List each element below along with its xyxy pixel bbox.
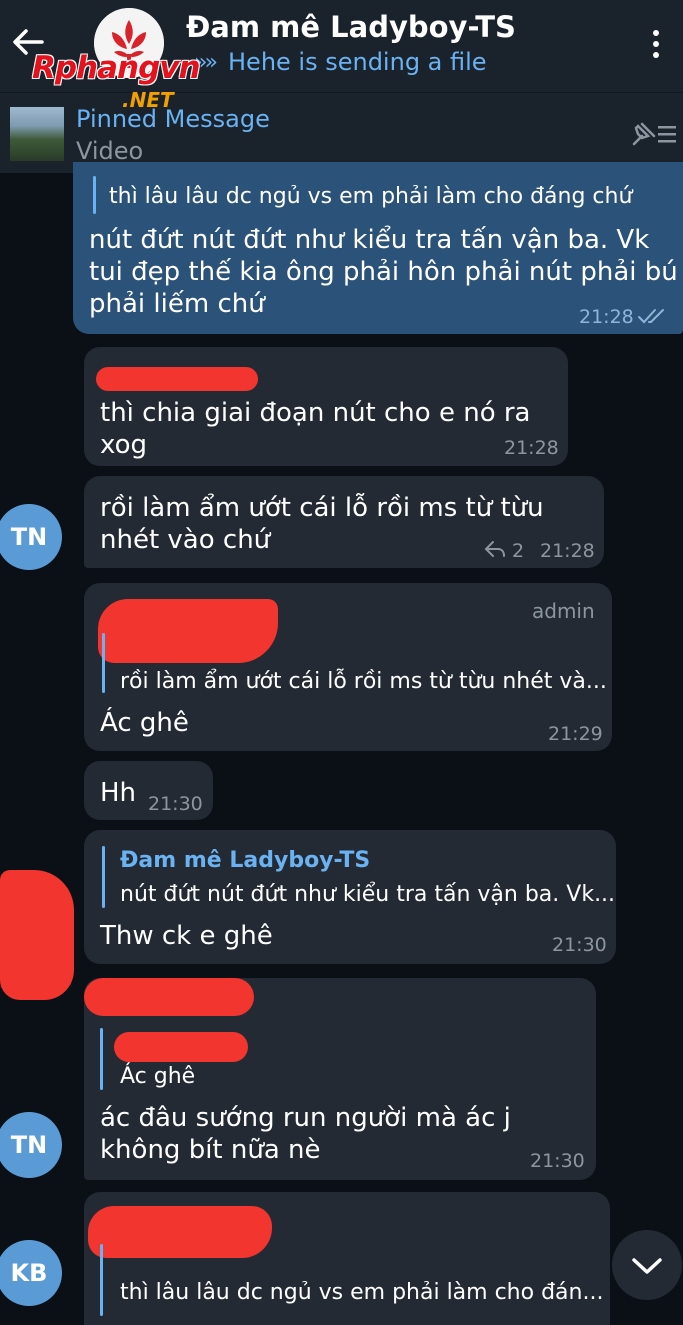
reply-quote-text[interactable]: rồi làm ẩm ướt cái lỗ rồi ms từ từu nhét…	[120, 669, 607, 694]
outgoing-message[interactable]: thì lâu lâu dc ngủ vs em phải làm cho đá…	[73, 162, 683, 334]
reply-arrow-icon[interactable]	[484, 540, 506, 558]
message-text: Ác ghê	[100, 708, 189, 738]
incoming-message[interactable]: admin rồi làm ẩm ướt cái lỗ rồi ms từ từ…	[84, 583, 612, 751]
reply-quote-bar	[102, 633, 105, 693]
reply-quote-text[interactable]: thì lâu lâu dc ngủ vs em phải làm cho đá…	[120, 1280, 603, 1305]
read-checkmarks-icon	[638, 309, 664, 324]
pinned-subtitle: Video	[76, 137, 144, 165]
message-time: 21:28	[504, 437, 559, 459]
incoming-message[interactable]: thì chia giai đoạn nút cho e nó ra xog 2…	[84, 347, 568, 466]
incoming-message[interactable]: rồi làm ẩm ướt cái lỗ rồi ms từ từu nhét…	[84, 476, 604, 568]
reply-quote-name[interactable]: Đam mê Ladyboy-TS	[120, 848, 370, 873]
message-text: Hh	[100, 778, 137, 808]
redacted-quote-name	[114, 1032, 248, 1062]
sender-avatar[interactable]: KB	[0, 1240, 62, 1306]
sender-avatar[interactable]: TN	[0, 1112, 62, 1178]
incoming-message[interactable]: Ác ghê ác đâu sướng run người mà ác j kh…	[84, 978, 596, 1180]
reply-quote-bar	[93, 176, 96, 214]
pin-list-icon[interactable]	[628, 118, 678, 150]
reply-quote-text[interactable]: nút đứt nút đứt như kiểu tra tấn vận ba.…	[120, 882, 615, 907]
message-time: 21:30	[148, 793, 203, 815]
scroll-down-button[interactable]	[612, 1230, 682, 1300]
reply-quote-bar	[102, 846, 105, 908]
incoming-message[interactable]: thì lâu lâu dc ngủ vs em phải làm cho đá…	[84, 1192, 610, 1325]
chevron-down-icon	[632, 1258, 662, 1274]
incoming-message[interactable]: Đam mê Ladyboy-TS nút đứt nút đứt như ki…	[84, 830, 616, 964]
redacted-sender-name	[88, 1206, 272, 1258]
reply-quote-text[interactable]: Ác ghê	[120, 1064, 195, 1089]
message-time: 21:29	[548, 723, 603, 745]
pinned-message-bar[interactable]: Pinned Message Video	[0, 92, 683, 173]
redacted-sender-name	[98, 599, 278, 663]
message-time: 21:30	[530, 1150, 585, 1172]
reply-quote-bar	[100, 1028, 103, 1090]
reply-count[interactable]: 2	[512, 540, 524, 562]
chat-status: Hehe is sending a file	[228, 48, 487, 76]
reply-quote-text[interactable]: thì lâu lâu dc ngủ vs em phải làm cho đá…	[109, 184, 632, 209]
message-text: Thw ck e ghê	[100, 921, 273, 951]
sender-avatar[interactable]: TN	[0, 504, 62, 570]
watermark-logo: Rphangvn	[32, 50, 201, 86]
pinned-video-thumbnail	[10, 107, 64, 161]
message-time: 21:28	[579, 306, 634, 328]
redacted-avatar	[0, 870, 74, 1000]
message-time: 21:28	[540, 540, 595, 562]
message-time: 21:30	[552, 934, 607, 956]
message-text: thì chia giai đoạn nút cho e nó ra xog	[100, 398, 531, 460]
admin-badge: admin	[532, 599, 595, 623]
more-options-icon[interactable]	[646, 28, 666, 60]
redacted-sender-name	[84, 978, 254, 1016]
redacted-sender-name	[96, 367, 258, 391]
message-text: ác đâu sướng run người mà ác j không bít…	[100, 1103, 511, 1165]
reply-quote-bar	[100, 1244, 103, 1316]
watermark-domain: .NET	[122, 88, 174, 112]
chat-title[interactable]: Đam mê Ladyboy-TS	[186, 10, 516, 44]
incoming-message[interactable]: Hh 21:30	[84, 761, 213, 820]
